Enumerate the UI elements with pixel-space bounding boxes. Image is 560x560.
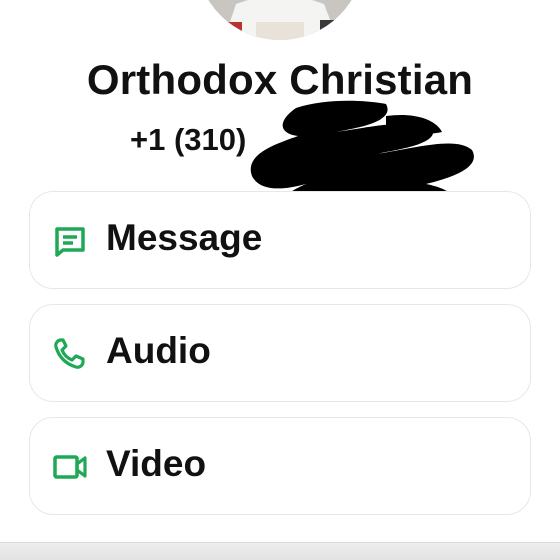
message-icon <box>52 225 88 257</box>
message-label: Message <box>106 217 263 258</box>
audio-call-button[interactable]: Audio <box>29 304 531 402</box>
contact-phone-number: +1 (310) <box>130 122 247 157</box>
message-button[interactable]: Message <box>29 191 531 289</box>
audio-label: Audio <box>106 330 211 371</box>
video-call-button[interactable]: Video <box>29 417 531 515</box>
video-label: Video <box>106 443 207 484</box>
phone-icon <box>52 338 88 370</box>
avatar-photo <box>196 0 364 40</box>
contact-avatar[interactable] <box>196 0 364 40</box>
contact-info-screen: Orthodox Christian +1 (310) Message Audi… <box>0 0 560 560</box>
video-camera-icon <box>52 451 88 483</box>
bottom-divider <box>0 542 560 560</box>
